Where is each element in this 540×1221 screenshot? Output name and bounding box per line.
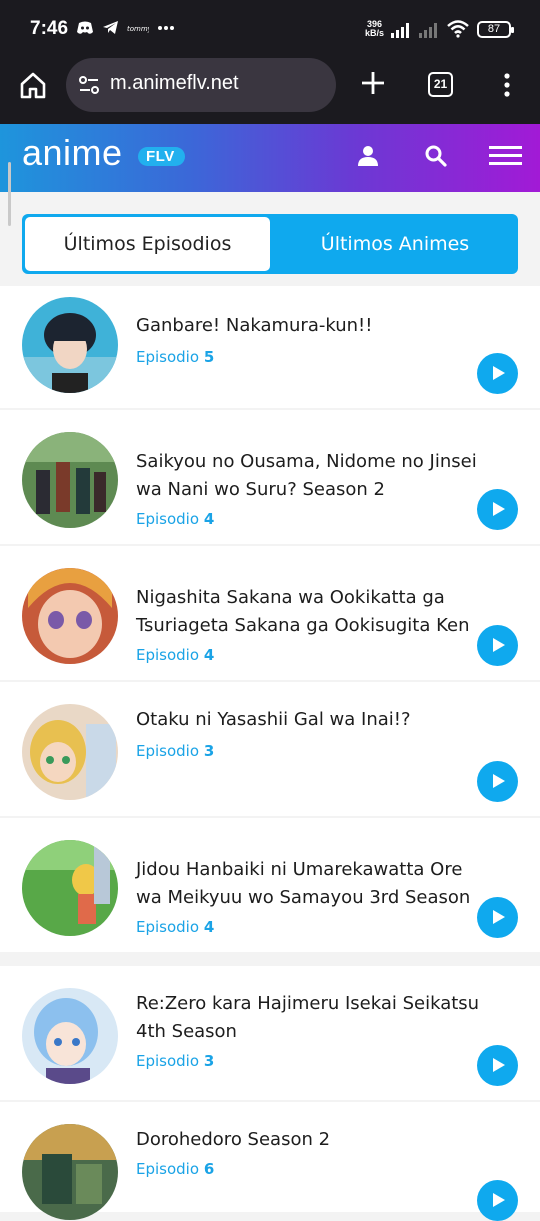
episode-label: Episodio xyxy=(136,1160,200,1178)
episode-num: 5 xyxy=(203,348,215,366)
episode-label: Episodio xyxy=(136,510,200,528)
battery-indicator: 87 xyxy=(477,21,514,38)
list-item[interactable]: Jidou Hanbaiki ni Umarekawatta Ore wa Me… xyxy=(0,818,540,952)
more-dots-icon xyxy=(158,25,174,30)
play-button[interactable] xyxy=(477,761,518,802)
play-button[interactable] xyxy=(477,897,518,938)
episode-title[interactable]: Ganbare! Nakamura-kun!! xyxy=(136,312,481,340)
episode-title[interactable]: Otaku ni Yasashii Gal wa Inai!? xyxy=(136,706,481,734)
episode-number: Episodio 3 xyxy=(136,742,214,760)
wifi-icon xyxy=(447,20,469,38)
episode-thumbnail xyxy=(22,840,118,936)
site-logo[interactable]: anime xyxy=(22,132,123,174)
hamburger-menu-icon[interactable] xyxy=(489,146,522,166)
status-bar: 7:46 tommy 396 kB/s 87 xyxy=(0,0,540,58)
episode-thumbnail xyxy=(22,1124,118,1220)
list-item[interactable]: Nigashita Sakana wa Ookikatta ga Tsuriag… xyxy=(0,546,540,680)
episode-title[interactable]: Re:Zero kara Hajimeru Isekai Seikatsu 4t… xyxy=(136,990,481,1046)
episode-number: Episodio 4 xyxy=(136,646,214,664)
address-bar[interactable]: m.animeflv.net xyxy=(66,58,336,112)
episode-thumbnail xyxy=(22,568,118,664)
tab-switcher-button[interactable]: 21 xyxy=(428,72,453,97)
site-logo-badge: FLV xyxy=(138,147,185,166)
episode-num: 4 xyxy=(203,646,215,664)
episode-thumbnail xyxy=(22,988,118,1084)
site-header: anime FLV xyxy=(0,124,540,192)
telegram-icon xyxy=(103,21,118,34)
episode-title[interactable]: Nigashita Sakana wa Ookikatta ga Tsuriag… xyxy=(136,584,481,640)
notification-icons: tommy xyxy=(76,20,175,35)
app-icon: tommy xyxy=(127,25,149,33)
url-text: m.animeflv.net xyxy=(110,72,239,94)
episode-thumbnail xyxy=(22,432,118,528)
play-button[interactable] xyxy=(477,489,518,530)
browser-toolbar: m.animeflv.net 21 xyxy=(0,58,540,124)
play-button[interactable] xyxy=(477,1045,518,1086)
episode-label: Episodio xyxy=(136,1052,200,1070)
list-item[interactable]: Dorohedoro Season 2 Episodio 6 xyxy=(0,1102,540,1221)
episode-label: Episodio xyxy=(136,918,200,936)
episode-number: Episodio 3 xyxy=(136,1052,214,1070)
browser-menu-icon[interactable] xyxy=(502,72,512,98)
play-button[interactable] xyxy=(477,353,518,394)
episode-num: 4 xyxy=(203,510,215,528)
scroll-indicator xyxy=(8,162,11,226)
episode-label: Episodio xyxy=(136,646,200,664)
episode-title[interactable]: Jidou Hanbaiki ni Umarekawatta Ore wa Me… xyxy=(136,856,481,912)
episode-label: Episodio xyxy=(136,348,200,366)
episode-label: Episodio xyxy=(136,742,200,760)
content-tabs: Últimos Episodios Últimos Animes xyxy=(22,214,518,274)
network-speed: 396 kB/s xyxy=(365,20,384,38)
home-icon[interactable] xyxy=(18,70,48,100)
episode-num: 3 xyxy=(203,1052,215,1070)
play-button[interactable] xyxy=(477,625,518,666)
tab-latest-animes[interactable]: Últimos Animes xyxy=(272,214,518,274)
play-button[interactable] xyxy=(477,1180,518,1221)
site-settings-icon[interactable] xyxy=(78,74,100,96)
signal-weak-icon xyxy=(419,23,437,38)
user-icon[interactable] xyxy=(356,144,380,168)
episode-title[interactable]: Saikyou no Ousama, Nidome no Jinsei wa N… xyxy=(136,448,481,504)
tab-latest-episodes[interactable]: Últimos Episodios xyxy=(25,217,270,271)
episode-number: Episodio 5 xyxy=(136,348,214,366)
search-icon[interactable] xyxy=(424,144,448,168)
episode-num: 6 xyxy=(203,1160,215,1178)
episode-title[interactable]: Dorohedoro Season 2 xyxy=(136,1126,481,1154)
episode-thumbnail xyxy=(22,704,118,800)
list-item[interactable]: Otaku ni Yasashii Gal wa Inai!? Episodio… xyxy=(0,682,540,816)
list-item[interactable]: Ganbare! Nakamura-kun!! Episodio 5 xyxy=(0,286,540,408)
episode-num: 4 xyxy=(203,918,215,936)
new-tab-icon[interactable] xyxy=(360,70,386,96)
signal-icon xyxy=(391,23,409,38)
episode-number: Episodio 4 xyxy=(136,918,214,936)
svg-text:tommy: tommy xyxy=(127,25,149,33)
episode-number: Episodio 4 xyxy=(136,510,214,528)
network-speed-unit: kB/s xyxy=(365,28,385,38)
list-item[interactable]: Saikyou no Ousama, Nidome no Jinsei wa N… xyxy=(0,410,540,544)
status-time: 7:46 xyxy=(30,18,69,39)
discord-icon xyxy=(77,21,93,34)
episode-num: 3 xyxy=(203,742,215,760)
episode-number: Episodio 6 xyxy=(136,1160,214,1178)
episode-thumbnail xyxy=(22,297,118,393)
list-item[interactable]: Re:Zero kara Hajimeru Isekai Seikatsu 4t… xyxy=(0,966,540,1100)
